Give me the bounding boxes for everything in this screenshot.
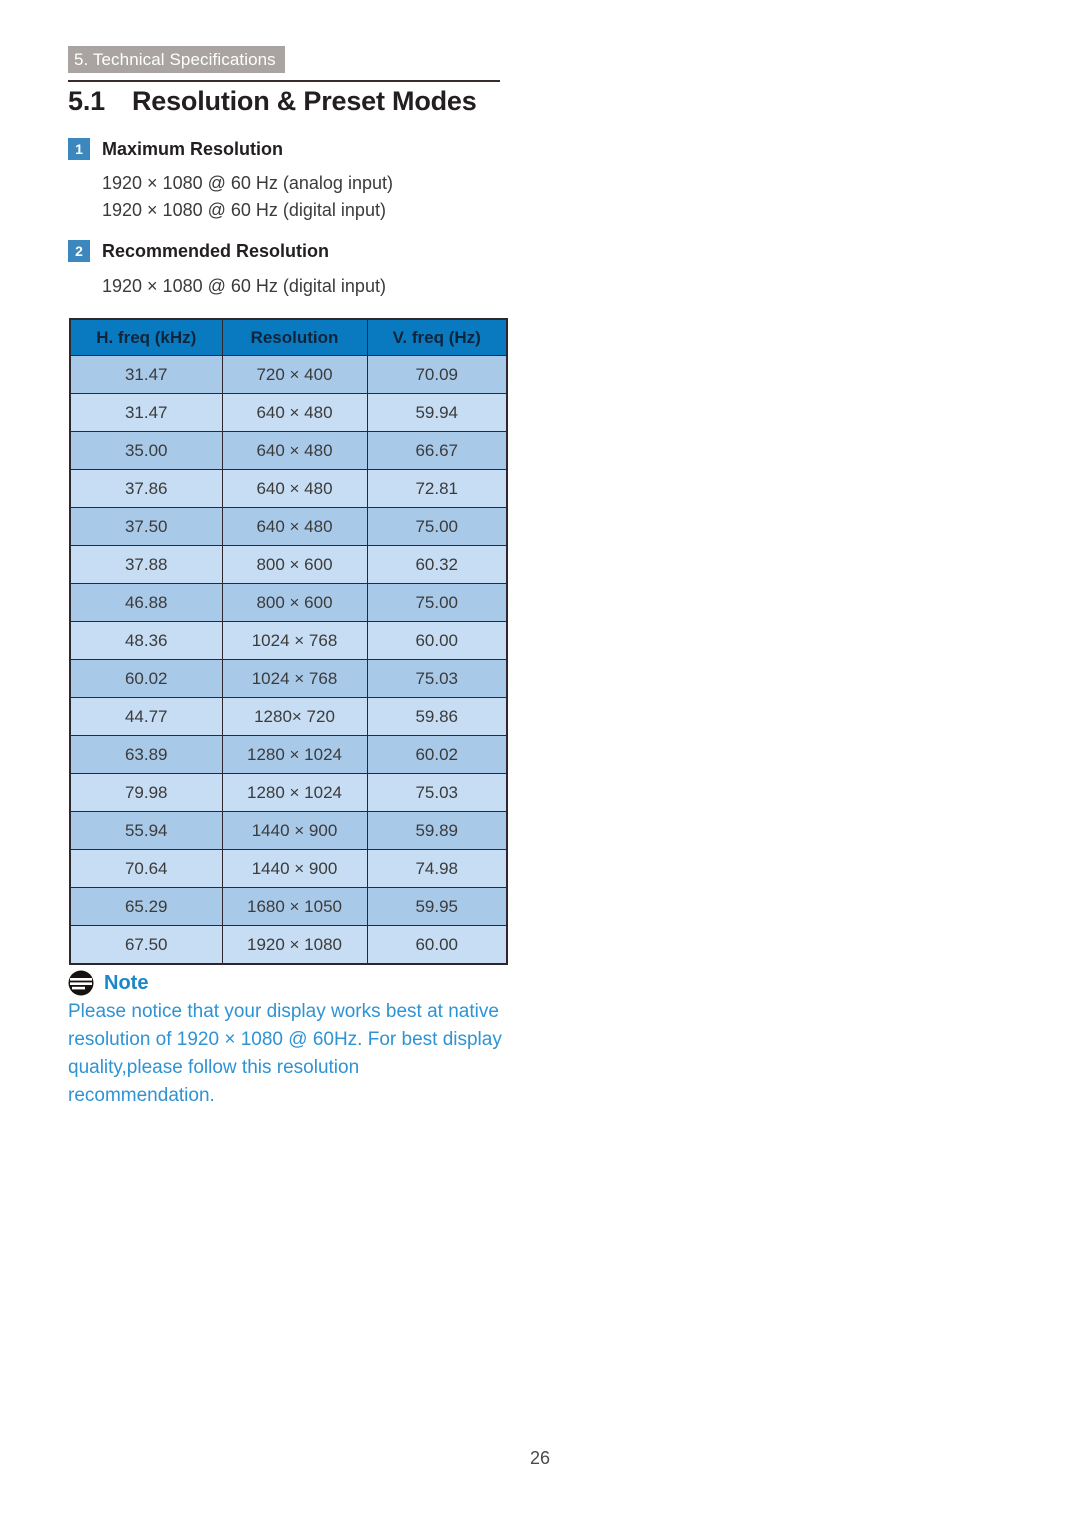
table-cell: 74.98 <box>366 849 508 888</box>
note-icon <box>68 970 94 996</box>
table-row: 46.88 800 × 600 75.00 <box>69 583 508 622</box>
table-row: 55.94 1440 × 900 59.89 <box>69 811 508 850</box>
chapter-banner: 5. Technical Specifications <box>68 46 285 73</box>
table-cell: 59.95 <box>366 887 508 926</box>
table-cell: 37.88 <box>69 545 223 584</box>
table-cell: 1680 × 1050 <box>221 887 368 926</box>
table-cell: 1440 × 900 <box>221 849 368 888</box>
table-cell: 35.00 <box>69 431 223 470</box>
max-resolution-digital: 1920 × 1080 @ 60 Hz (digital input) <box>102 200 386 220</box>
table-row: 48.36 1024 × 768 60.00 <box>69 621 508 660</box>
table-cell: 1280 × 1024 <box>221 735 368 774</box>
note-block: Note Please notice that your display wor… <box>68 970 538 1110</box>
table-cell: 67.50 <box>69 925 223 965</box>
page-title: 5.1 Resolution & Preset Modes <box>68 86 528 117</box>
item-badge-2: 2 <box>68 240 90 262</box>
header-divider <box>68 80 500 82</box>
table-cell: 48.36 <box>69 621 223 660</box>
table-cell: 59.86 <box>366 697 508 736</box>
table-cell: 640 × 480 <box>221 393 368 432</box>
section-title-text: Resolution & Preset Modes <box>132 86 477 116</box>
table-row: 63.89 1280 × 1024 60.02 <box>69 735 508 774</box>
note-header: Note <box>68 970 538 996</box>
table-cell: 59.94 <box>366 393 508 432</box>
table-cell: 75.00 <box>366 583 508 622</box>
table-cell: 70.09 <box>366 355 508 394</box>
table-cell: 66.67 <box>366 431 508 470</box>
table-cell: 37.50 <box>69 507 223 546</box>
table-row: 37.50 640 × 480 75.00 <box>69 507 508 546</box>
page-number: 26 <box>529 1448 551 1468</box>
item-badge-1: 1 <box>68 138 90 160</box>
table-row: 79.98 1280 × 1024 75.03 <box>69 773 508 812</box>
table-row: 44.77 1280× 720 59.86 <box>69 697 508 736</box>
column-header-resolution: Resolution <box>221 318 368 356</box>
table-cell: 55.94 <box>69 811 223 850</box>
table-cell: 75.03 <box>366 659 508 698</box>
table-cell: 800 × 600 <box>221 545 368 584</box>
table-cell: 60.02 <box>69 659 223 698</box>
table-cell: 1920 × 1080 <box>221 925 368 965</box>
table-cell: 79.98 <box>69 773 223 812</box>
item-label-1: Maximum Resolution <box>102 139 284 159</box>
table-cell: 59.89 <box>366 811 508 850</box>
table-row: 35.00 640 × 480 66.67 <box>69 431 508 470</box>
list-item-recommended-resolution: 2 Recommended Resolution <box>68 240 538 262</box>
column-header-h-freq: H. freq (kHz) <box>69 318 223 356</box>
table-cell: 640 × 480 <box>221 431 368 470</box>
table-row: 37.86 640 × 480 72.81 <box>69 469 508 508</box>
table-row: 60.02 1024 × 768 75.03 <box>69 659 508 698</box>
table-cell: 1024 × 768 <box>221 659 368 698</box>
table-cell: 65.29 <box>69 887 223 926</box>
list-item-maximum-resolution: 1 Maximum Resolution <box>68 138 538 160</box>
table-cell: 640 × 480 <box>221 469 368 508</box>
table-cell: 1440 × 900 <box>221 811 368 850</box>
table-cell: 800 × 600 <box>221 583 368 622</box>
table-cell: 60.32 <box>366 545 508 584</box>
table-cell: 720 × 400 <box>221 355 368 394</box>
table-cell: 60.00 <box>366 925 508 965</box>
table-row: 31.47 720 × 400 70.09 <box>69 355 508 394</box>
table-cell: 640 × 480 <box>221 507 368 546</box>
table-cell: 1024 × 768 <box>221 621 368 660</box>
table-row: 70.64 1440 × 900 74.98 <box>69 849 508 888</box>
table-cell: 75.00 <box>366 507 508 546</box>
table-row: 31.47 640 × 480 59.94 <box>69 393 508 432</box>
table-row: 65.29 1680 × 1050 59.95 <box>69 887 508 926</box>
table-cell: 1280× 720 <box>221 697 368 736</box>
column-header-v-freq: V. freq (Hz) <box>366 318 508 356</box>
table-cell: 72.81 <box>366 469 508 508</box>
section-number: 5.1 <box>68 86 105 116</box>
item-label-2: Recommended Resolution <box>102 241 330 261</box>
table-cell: 70.64 <box>69 849 223 888</box>
table-cell: 37.86 <box>69 469 223 508</box>
table-cell: 60.00 <box>366 621 508 660</box>
table-cell: 46.88 <box>69 583 223 622</box>
recommended-resolution-digital: 1920 × 1080 @ 60 Hz (digital input) <box>102 276 386 296</box>
table-header-row: H. freq (kHz) Resolution V. freq (Hz) <box>69 318 508 356</box>
table-cell: 60.02 <box>366 735 508 774</box>
table-cell: 31.47 <box>69 393 223 432</box>
table-row: 37.88 800 × 600 60.32 <box>69 545 508 584</box>
table-cell: 1280 × 1024 <box>221 773 368 812</box>
table-row: 67.50 1920 × 1080 60.00 <box>69 925 508 965</box>
table-cell: 75.03 <box>366 773 508 812</box>
table-cell: 44.77 <box>69 697 223 736</box>
table-cell: 31.47 <box>69 355 223 394</box>
preset-modes-table: H. freq (kHz) Resolution V. freq (Hz) 31… <box>69 318 508 965</box>
max-resolution-analog: 1920 × 1080 @ 60 Hz (analog input) <box>102 173 393 193</box>
note-body: Please notice that your display works be… <box>68 1001 502 1106</box>
note-title: Note <box>104 972 149 994</box>
table-cell: 63.89 <box>69 735 223 774</box>
